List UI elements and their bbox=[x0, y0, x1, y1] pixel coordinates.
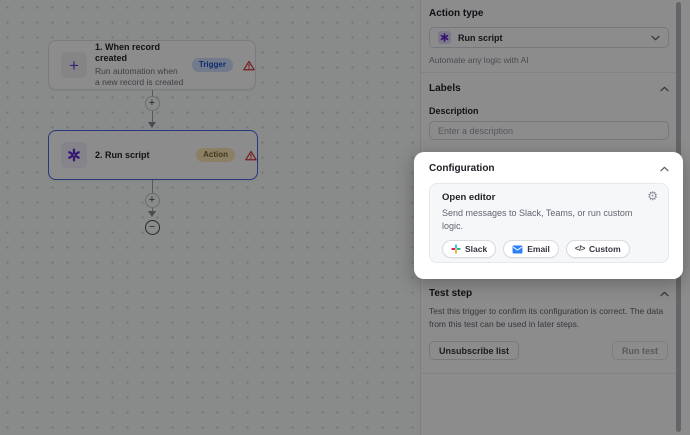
email-icon bbox=[512, 245, 523, 254]
script-icon bbox=[438, 31, 451, 44]
add-step-button[interactable]: + bbox=[145, 193, 160, 208]
description-input[interactable] bbox=[429, 121, 669, 140]
action-badge: Action bbox=[196, 148, 235, 162]
test-step-description: Test this trigger to confirm its configu… bbox=[429, 305, 671, 331]
slack-icon bbox=[451, 244, 461, 254]
run-test-button[interactable]: Run test bbox=[612, 341, 668, 360]
warning-icon bbox=[243, 60, 255, 71]
unsubscribe-list-button[interactable]: Unsubscribe list bbox=[429, 341, 519, 360]
warning-icon bbox=[245, 150, 257, 161]
arrow-down-icon bbox=[148, 122, 156, 128]
action-type-header: Action type bbox=[429, 8, 483, 19]
action-type-selected-value: Run script bbox=[458, 33, 644, 43]
chevron-down-icon bbox=[651, 35, 660, 41]
action-node-title: 2. Run script bbox=[95, 150, 188, 161]
custom-chip[interactable]: </> Custom bbox=[566, 240, 630, 258]
trigger-node-subtitle: Run automation when a new record is crea… bbox=[95, 66, 184, 88]
automation-builder-window: + 1. When record created Run automation … bbox=[0, 0, 690, 435]
section-divider bbox=[421, 72, 683, 73]
trigger-node-title: 1. When record created bbox=[95, 42, 184, 64]
open-editor-description: Send messages to Slack, Teams, or run cu… bbox=[442, 207, 637, 233]
flow-end-marker: − bbox=[145, 220, 160, 235]
description-field-label: Description bbox=[429, 106, 479, 116]
section-divider bbox=[421, 373, 683, 374]
integration-chips: Slack Email </> Custom bbox=[442, 240, 656, 258]
add-step-button[interactable]: + bbox=[145, 96, 160, 111]
chevron-up-icon bbox=[660, 291, 669, 297]
open-editor-title: Open editor bbox=[442, 192, 656, 203]
gear-icon[interactable]: ⚙ bbox=[647, 190, 658, 202]
action-type-hint: Automate any logic with AI bbox=[429, 55, 529, 65]
email-chip[interactable]: Email bbox=[503, 240, 559, 258]
arrow-down-icon bbox=[148, 211, 156, 217]
test-step-section-header[interactable]: Test step bbox=[429, 288, 669, 299]
script-icon bbox=[61, 142, 87, 168]
trigger-badge: Trigger bbox=[192, 58, 233, 72]
action-type-dropdown[interactable]: Run script bbox=[429, 27, 669, 48]
action-node[interactable]: 2. Run script Action bbox=[48, 130, 258, 180]
code-icon: </> bbox=[575, 244, 585, 254]
trigger-node[interactable]: + 1. When record created Run automation … bbox=[48, 40, 256, 90]
chevron-up-icon bbox=[660, 86, 669, 92]
configuration-section-spotlight: Configuration Open editor ⚙ Send message… bbox=[414, 152, 683, 279]
configuration-section-header[interactable]: Configuration bbox=[429, 163, 669, 174]
step-config-panel: Action type Run script Automate any logi… bbox=[420, 0, 690, 435]
open-editor-card[interactable]: Open editor ⚙ Send messages to Slack, Te… bbox=[429, 183, 669, 263]
slack-chip[interactable]: Slack bbox=[442, 240, 496, 258]
plus-icon: + bbox=[61, 52, 87, 78]
chevron-up-icon bbox=[660, 166, 669, 172]
labels-section-header[interactable]: Labels bbox=[429, 83, 669, 94]
